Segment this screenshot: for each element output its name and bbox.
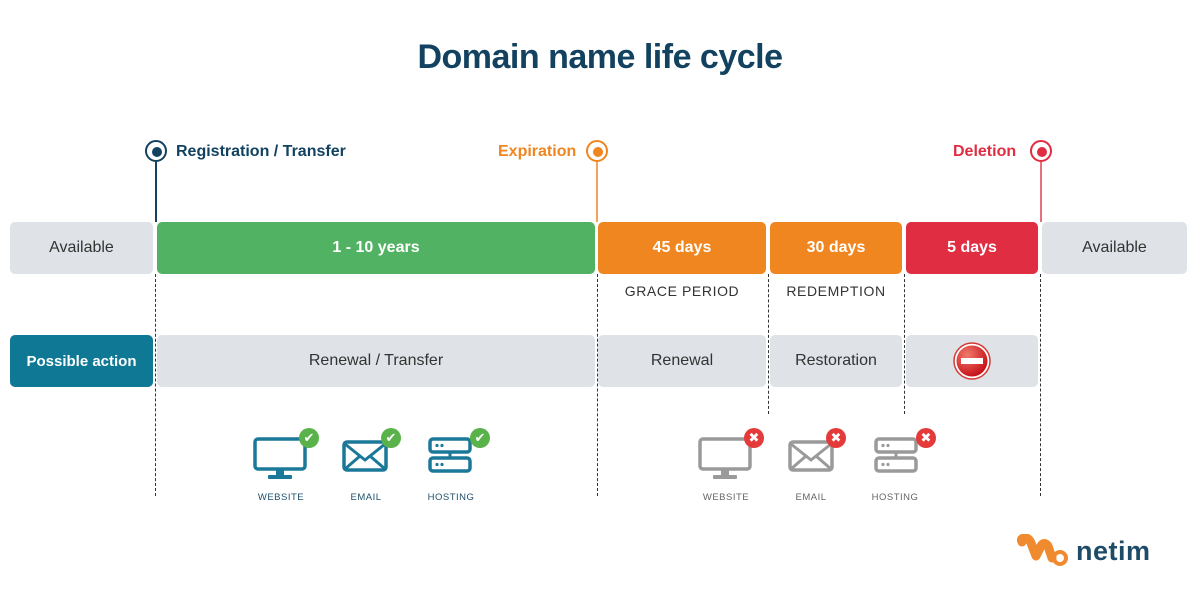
separator-pending-delete — [904, 274, 905, 414]
service-label: WEBSITE — [702, 492, 750, 503]
timeline-available-end: Available — [1042, 222, 1187, 274]
deletion-label: Deletion — [953, 143, 1017, 160]
expiration-label: Expiration — [498, 143, 577, 160]
service-website-inactive: ✖ — [697, 428, 767, 484]
timeline-redemption: 30 days — [770, 222, 902, 274]
registration-line — [155, 162, 157, 222]
page-title: Domain name life cycle — [417, 38, 783, 76]
service-email-inactive: ✖ — [788, 428, 858, 484]
deletion-marker-icon — [1030, 140, 1052, 162]
cross-icon: ✖ — [916, 428, 936, 448]
check-icon: ✔ — [470, 428, 490, 448]
separator-redemption — [768, 274, 769, 414]
service-email-active: ✔ — [342, 428, 412, 484]
service-hosting-inactive: ✖ — [874, 428, 944, 484]
netim-logo-text: netim — [1076, 536, 1151, 566]
netim-logo-icon — [1016, 534, 1068, 566]
check-icon: ✔ — [381, 428, 401, 448]
monitor-icon — [698, 437, 752, 479]
expiration-marker-icon — [586, 140, 608, 162]
monitor-icon — [253, 437, 307, 479]
service-label: HOSTING — [427, 492, 475, 503]
service-hosting-active: ✔ — [428, 428, 498, 484]
action-none — [906, 335, 1038, 387]
timeline-active-period: 1 - 10 years — [157, 222, 595, 274]
timeline-pending-delete: 5 days — [906, 222, 1038, 274]
separator-registration — [155, 274, 156, 496]
deletion-line — [1040, 162, 1042, 222]
timeline-grace-period: 45 days — [598, 222, 766, 274]
timeline-available-start: Available — [10, 222, 153, 274]
separator-expiration — [597, 274, 598, 496]
registration-marker-icon — [145, 140, 167, 162]
netim-logo: netim — [1016, 534, 1166, 574]
no-entry-icon — [953, 342, 991, 380]
action-restoration: Restoration — [770, 335, 902, 387]
registration-label: Registration / Transfer — [176, 143, 346, 160]
grace-period-label: GRACE PERIOD — [624, 283, 740, 299]
service-label: EMAIL — [795, 492, 827, 503]
service-label: HOSTING — [871, 492, 919, 503]
service-website-active: ✔ — [252, 428, 322, 484]
server-icon — [874, 437, 918, 473]
cross-icon: ✖ — [744, 428, 764, 448]
redemption-label: REDEMPTION — [786, 283, 886, 299]
service-label: WEBSITE — [257, 492, 305, 503]
possible-action-header: Possible action — [10, 335, 153, 387]
service-label: EMAIL — [350, 492, 382, 503]
check-icon: ✔ — [299, 428, 319, 448]
action-renewal: Renewal — [598, 335, 766, 387]
separator-deletion — [1040, 274, 1041, 496]
cross-icon: ✖ — [826, 428, 846, 448]
server-icon — [428, 437, 472, 473]
expiration-line — [596, 162, 598, 222]
action-renewal-transfer: Renewal / Transfer — [157, 335, 595, 387]
